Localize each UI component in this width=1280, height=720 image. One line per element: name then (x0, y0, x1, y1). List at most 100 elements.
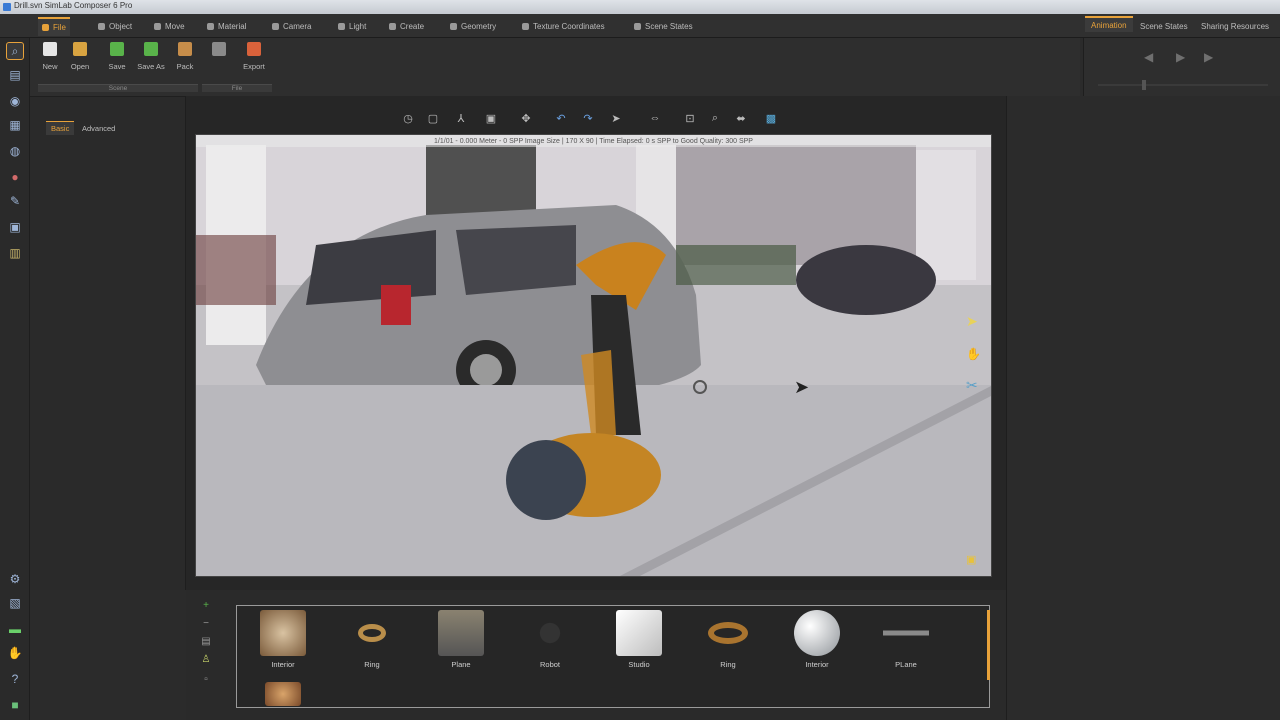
menu-camera[interactable]: Camera (268, 19, 315, 34)
menu-geometry[interactable]: Geometry (446, 19, 500, 34)
open-button[interactable]: Open (65, 42, 95, 82)
material-ball-icon[interactable]: ● (6, 168, 24, 186)
hand-icon[interactable]: ✋ (966, 347, 981, 361)
redo-icon[interactable]: ↷ (581, 111, 595, 125)
export-button[interactable]: Export (239, 42, 269, 82)
tab-basic[interactable]: Basic (46, 121, 75, 135)
library-item[interactable]: Interior (787, 610, 847, 672)
library-item[interactable]: Interior (253, 610, 313, 672)
menu-light[interactable]: Light (334, 19, 370, 34)
layers-icon[interactable]: ▦ (6, 116, 24, 134)
library-item-label: Interior (805, 660, 829, 669)
clock-icon[interactable]: ◷ (401, 111, 415, 125)
library-item[interactable]: Robot (520, 610, 580, 672)
save-button[interactable]: Save (102, 42, 132, 82)
next-frame-icon[interactable]: ▶ (1204, 50, 1213, 64)
animation-panel: ◀ ▶ ▶ (1083, 38, 1280, 96)
render-image (196, 135, 991, 576)
menu-material[interactable]: Material (203, 19, 250, 34)
globe-icon[interactable]: ◍ (6, 142, 24, 160)
library-item[interactable]: Ring (698, 610, 758, 672)
play-icon[interactable]: ▶ (1176, 50, 1185, 64)
ribbon-group-scene: Scene (38, 84, 198, 92)
tools-icon[interactable]: ✂ (966, 377, 978, 394)
library-item-label: Ring (364, 660, 380, 669)
undo-icon[interactable]: ↶ (554, 111, 568, 125)
select-cursor-icon[interactable]: ➤ (966, 313, 978, 330)
axis-icon[interactable]: ⅄ (454, 111, 468, 125)
tab-sharing-resources[interactable]: Sharing Resources (1195, 18, 1275, 34)
render-viewport[interactable]: 1/1/01 - 0.000 Meter - 0 SPP Image Size … (195, 134, 992, 577)
menu-scene-states[interactable]: Scene States (630, 19, 697, 34)
menu-label: Camera (283, 22, 312, 31)
studio-icon (616, 610, 662, 656)
folder-icon[interactable]: ▤ (200, 636, 212, 647)
pointer-tool-icon[interactable]: ✋ (6, 644, 24, 662)
menu-create[interactable]: Create (385, 19, 428, 34)
render-mode-icon[interactable]: ▣ (484, 111, 498, 125)
remove-icon[interactable]: − (200, 618, 212, 629)
library-item[interactable]: Ring (342, 610, 402, 672)
folder-open-icon (73, 42, 87, 56)
frame-icon[interactable]: ▢ (426, 111, 440, 125)
library-scrollbar[interactable] (987, 610, 990, 680)
zoom-icon[interactable]: ⌕ (708, 111, 722, 125)
scene-tree-icon[interactable]: ▤ (6, 66, 24, 84)
save-as-icon (144, 42, 158, 56)
zoom-fit-icon[interactable]: ⊡ (683, 111, 697, 125)
menu-file[interactable]: File (38, 17, 70, 36)
menu-object[interactable]: Object (94, 19, 136, 34)
pan-icon[interactable]: ⇔ (648, 111, 662, 125)
lock-icon[interactable]: ▣ (966, 553, 976, 566)
interior-scene-icon (260, 610, 306, 656)
texture-icon (522, 23, 529, 30)
camera-view-icon[interactable]: ◉ (6, 92, 24, 110)
library-item[interactable]: Studio (609, 610, 669, 672)
menu-move[interactable]: Move (150, 19, 189, 34)
export-icon (247, 42, 261, 56)
import-icon (212, 42, 226, 56)
render-icon[interactable]: ▩ (764, 111, 778, 125)
save-as-button[interactable]: Save As (136, 42, 166, 82)
plane-icon (438, 610, 484, 656)
help-icon[interactable]: ? (6, 670, 24, 688)
film-icon[interactable]: ▧ (6, 594, 24, 612)
new-button[interactable]: New (35, 42, 65, 82)
image-icon[interactable]: ▣ (6, 218, 24, 236)
transform-icon[interactable]: ✥ (519, 111, 533, 125)
person-icon[interactable]: ♙ (200, 654, 212, 665)
viewport-toolbar: ◷ ▢ ⅄ ▣ ✥ ↶ ↷ ➤ ⇔ ⊡ ⌕ ⬌ ▩ (186, 108, 1006, 130)
tab-animation[interactable]: Animation (1085, 16, 1133, 32)
library-item[interactable]: Plane (431, 610, 491, 672)
menu-label: File (53, 23, 66, 32)
orbit-icon[interactable]: ⬌ (734, 111, 748, 125)
library-item-label: Studio (628, 660, 650, 669)
select-icon[interactable]: ➤ (609, 111, 623, 125)
library-thumbnail-partial[interactable] (265, 682, 301, 706)
material-icon (207, 23, 214, 30)
library-item[interactable]: PLane (876, 610, 936, 672)
settings-icon[interactable]: ⚙ (6, 570, 24, 588)
tab-scene-states[interactable]: Scene States (1134, 18, 1194, 34)
notes-icon[interactable]: ▥ (6, 244, 24, 262)
import-button[interactable] (204, 42, 234, 82)
add-icon[interactable]: + (200, 600, 212, 611)
title-bar: Drill.svn SimLab Composer 6 Pro (0, 0, 1280, 14)
library-item-label: PLane (895, 660, 917, 669)
tab-label: Basic (51, 124, 70, 133)
cube-icon[interactable]: ■ (6, 696, 24, 714)
menu-texture-coordinates[interactable]: Texture Coordinates (518, 19, 609, 34)
view-options-icon[interactable]: ▫ (200, 674, 212, 685)
tab-advanced[interactable]: Advanced (77, 121, 120, 135)
menu-label: Move (165, 22, 185, 31)
timeline-handle[interactable] (1142, 80, 1146, 90)
geometry-icon (450, 23, 457, 30)
ribbon: New Open Save Save As Pack Export Scene … (30, 38, 1080, 96)
display-icon[interactable]: ▬ (6, 620, 24, 638)
timeline-slider[interactable] (1098, 84, 1268, 86)
pack-button[interactable]: Pack (170, 42, 200, 82)
pin-icon[interactable]: ✎ (6, 192, 24, 210)
search-icon[interactable]: ⌕ (6, 42, 24, 60)
previous-frame-icon[interactable]: ◀ (1144, 50, 1153, 64)
ribbon-group-file: File (202, 84, 272, 92)
